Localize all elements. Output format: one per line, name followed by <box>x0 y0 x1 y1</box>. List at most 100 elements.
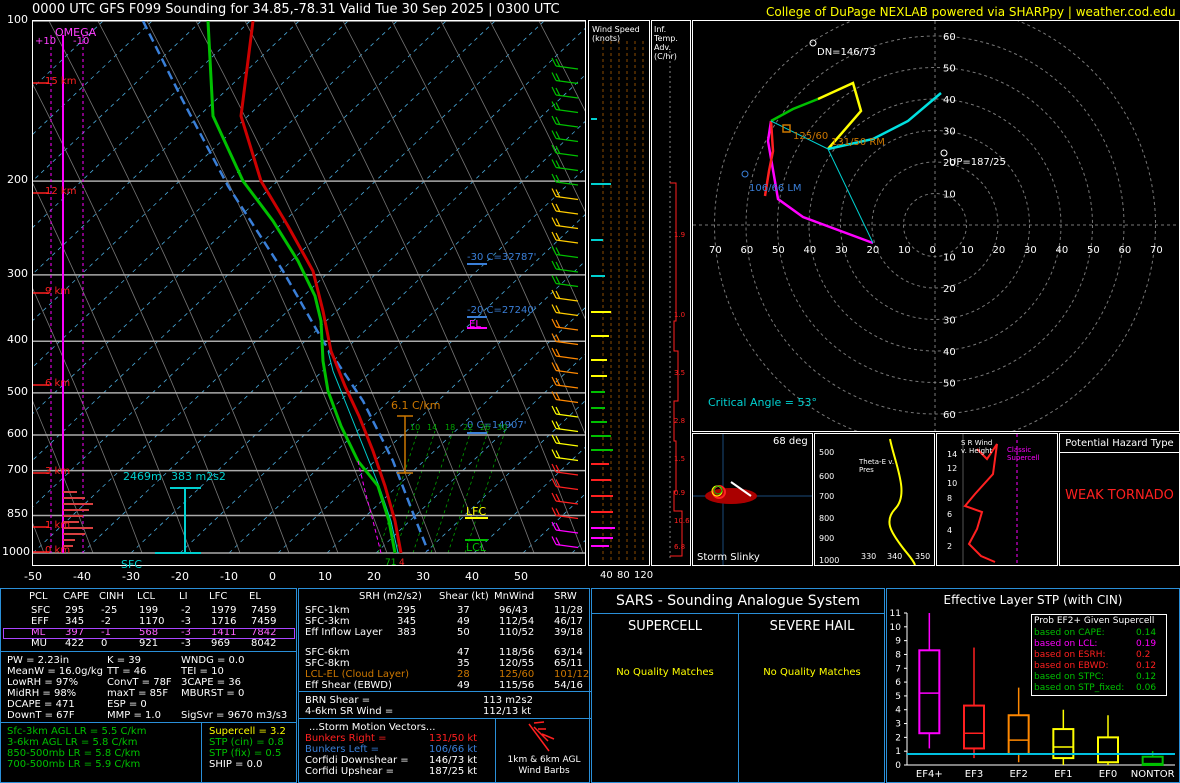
temp-tick-label: -40 <box>73 570 91 583</box>
theta-t-350: 350 <box>915 552 931 561</box>
kinematic-mnwind: 120/55 <box>499 658 535 669</box>
kinematic-srw: 39/18 <box>554 627 583 638</box>
height-2469-label: 2469m <box>123 470 162 483</box>
mixing-ratio-label: 14 <box>427 423 438 432</box>
index-value: TT = 46 <box>107 666 147 677</box>
kinematic-header: SRW <box>554 591 577 602</box>
kinematic-row-label: LCL-EL (Cloud Layer) <box>305 669 410 680</box>
kinematic-shear: 37 <box>457 605 470 616</box>
stp-y-tick: 9 <box>895 637 901 647</box>
inf-temp-value: 10.6 <box>674 517 690 525</box>
parcel-table-header: EL <box>249 591 261 602</box>
lcl-label: LCL <box>466 541 486 554</box>
param-value: SHIP = 0.0 <box>209 759 263 770</box>
parcel-table-header: LI <box>179 591 188 602</box>
temp-tick-label: 0 <box>269 570 276 583</box>
dry-adiabat <box>48 21 290 554</box>
pressure-label: 850 <box>7 507 28 521</box>
storm-motion-label: Corfidi Downshear = <box>305 755 409 766</box>
param-value: Supercell = 3.2 <box>209 726 286 737</box>
pressure-label: 700 <box>7 462 28 476</box>
omega-bar <box>63 491 77 493</box>
hodograph-panel: 10 10 20 20 30 30 40 40 50 50 60 60 70 60 50 40 30 20 10 0 1… <box>692 20 1180 432</box>
hodo-axis-label: 30 <box>835 245 848 256</box>
storm-slinky-panel: 68 deg Storm Slinky <box>692 433 813 566</box>
hodo-ring-label: 60 <box>943 410 956 421</box>
kinematic-row-label: Eff Inflow Layer <box>305 627 383 638</box>
inferred-temp-adv-panel: Inf. Temp. Adv. (C/hr) 1.9 1.0 3.5 2.8 1.5 0.… <box>651 20 691 566</box>
wind-speed-panel: Wind Speed (knots) <box>588 20 650 566</box>
stp-y-tick: 5 <box>895 692 901 702</box>
theta-p-label: 1000 <box>819 556 840 565</box>
parcel-table-header: CINH <box>99 591 124 602</box>
height-label: 12 km <box>45 186 77 197</box>
hodo-axis-label: 30 <box>1024 245 1037 256</box>
slinky-deg: 68 deg <box>773 436 808 447</box>
hodo-ring-label: 10 <box>943 190 956 201</box>
stp-category-label: EF2 <box>1009 769 1027 780</box>
temp-tick-label: 10 <box>318 570 332 583</box>
kinematic-srw: 54/16 <box>554 680 583 691</box>
hodo-ring-label: 50 <box>943 64 956 75</box>
divider <box>299 691 591 692</box>
pressure-label: 1000 <box>2 545 30 558</box>
wind-barbs <box>551 57 579 549</box>
kinematic-shear: 28 <box>457 669 470 680</box>
parcel-table-cell: 422 <box>65 638 85 649</box>
kinematic-panel: SRH (m2/s2) Shear (kt) MnWind SRW SFC-1km 295… <box>298 588 591 783</box>
stp-legend-title: Prob EF2+ Given Supercell <box>1034 616 1155 626</box>
kinematic-shear: 47 <box>457 647 470 658</box>
hodo-axis-label: 0 <box>930 245 936 256</box>
mixing-ratio-label: 26 <box>480 423 491 432</box>
inf-temp-value: 0.9 <box>674 489 686 497</box>
kinematic-shear: 35 <box>457 658 470 669</box>
lapse-rate-value: 3-6km AGL LR = 5.8 C/km <box>7 737 138 748</box>
stp-category-label: EF3 <box>965 769 983 780</box>
storm-motion-label: Bunkers Right = <box>305 733 387 744</box>
parcel-table-cell: 1979 <box>211 605 237 616</box>
hazard-panel: Potential Hazard Type WEAK TORNADO <box>1059 433 1180 566</box>
wbz-m30-label: -30 C=32787' <box>467 252 537 263</box>
mixing-ratio-line <box>412 430 454 554</box>
mixing-ratio-line <box>430 430 472 554</box>
kinematic-mnwind: 96/43 <box>499 605 528 616</box>
stp-y-tick: 0 <box>895 761 901 771</box>
sars-panel: SARS - Sounding Analogue System SUPERCEL… <box>591 588 885 783</box>
pressure-label: 100 <box>7 13 28 26</box>
hodo-ring-label: 40 <box>943 95 956 106</box>
kinematic-srw: 46/17 <box>554 616 583 627</box>
parcel-table-cell: -2 <box>181 605 191 616</box>
kinematic-shear: 49 <box>457 680 470 691</box>
dewpoint-trace <box>206 21 397 554</box>
mixing-ratio-label: 30 <box>497 423 508 432</box>
index-value: WNDG = 0.0 <box>181 655 245 666</box>
height-label: 0 km <box>45 545 71 556</box>
stp-category-label: NONTOR <box>1131 769 1175 780</box>
index-value: K = 39 <box>107 655 142 666</box>
srwind-h-label: 2 <box>947 542 953 551</box>
index-value: PW = 2.23in <box>7 655 70 666</box>
brn-value: 113 m2s2 <box>483 695 533 706</box>
stp-y-tick: 8 <box>895 650 901 660</box>
sars-title: SARS - Sounding Analogue System <box>616 593 860 609</box>
hodo-axis-label: 50 <box>1087 245 1100 256</box>
sars-supercell-matches: No Quality Matches <box>616 667 714 678</box>
divider <box>495 718 496 782</box>
storm-motion-value: 187/25 kt <box>429 766 478 777</box>
omega-bar <box>63 533 85 535</box>
hodo-axis-label: 20 <box>867 245 880 256</box>
kinematic-srh: 345 <box>397 616 417 627</box>
sars-hail-matches: No Quality Matches <box>763 667 861 678</box>
omega-bar <box>63 497 85 499</box>
isotherm <box>277 260 585 554</box>
sfc-temp-label: 4 <box>399 558 405 568</box>
kinematic-shear: 50 <box>457 627 470 638</box>
dry-adiabat <box>244 21 486 554</box>
omega-bar <box>63 509 89 511</box>
kinematic-mnwind: 115/56 <box>499 680 535 691</box>
stp-legend-label: based on ESRH: <box>1034 650 1106 660</box>
parcel-table-cell: -3 <box>181 638 191 649</box>
kinematic-mnwind: 118/56 <box>499 647 535 658</box>
index-value: 3CAPE = 36 <box>181 677 241 688</box>
parcel-table-cell: -2 <box>101 616 111 627</box>
